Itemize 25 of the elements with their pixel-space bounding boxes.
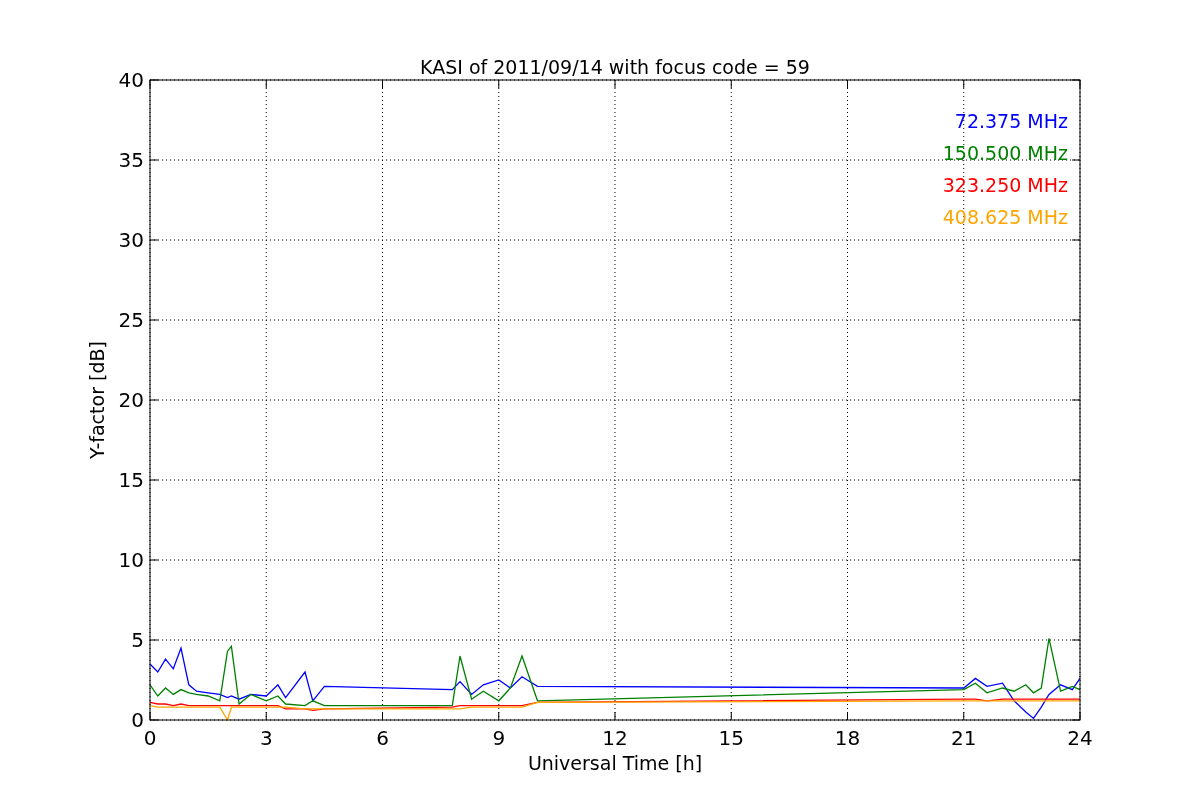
legend-label: 323.250 MHz bbox=[942, 174, 1068, 196]
tick-label: 9 bbox=[492, 726, 506, 750]
tick-label: 35 bbox=[118, 148, 144, 172]
axis-title: Universal Time [h] bbox=[527, 752, 703, 774]
legend-label: 408.625 MHz bbox=[942, 206, 1068, 228]
tick-label: 40 bbox=[118, 68, 144, 92]
tick-label: 20 bbox=[118, 388, 144, 412]
axis-title: Y-factor [dB] bbox=[86, 341, 108, 459]
legend-label: 150.500 MHz bbox=[942, 142, 1068, 164]
tick-label: 5 bbox=[131, 628, 144, 652]
tick-label: 6 bbox=[376, 726, 389, 750]
tick-label: 25 bbox=[118, 308, 144, 332]
tick-label: 15 bbox=[718, 726, 744, 750]
tick-label: 21 bbox=[951, 726, 977, 750]
tick-label: 10 bbox=[118, 548, 144, 572]
tick-label: 0 bbox=[131, 708, 144, 732]
tick-label: 12 bbox=[602, 726, 628, 750]
legend-label: 72.375 MHz bbox=[954, 110, 1068, 132]
tick-label: 3 bbox=[259, 726, 273, 750]
chart-title: KASI of 2011/09/14 with focus code = 59 bbox=[420, 56, 810, 78]
tick-label: 15 bbox=[118, 468, 144, 492]
tick-label: 30 bbox=[118, 228, 144, 252]
tick-label: 0 bbox=[143, 726, 157, 750]
tick-label: 24 bbox=[1067, 726, 1093, 750]
tick-label: 18 bbox=[834, 726, 861, 750]
